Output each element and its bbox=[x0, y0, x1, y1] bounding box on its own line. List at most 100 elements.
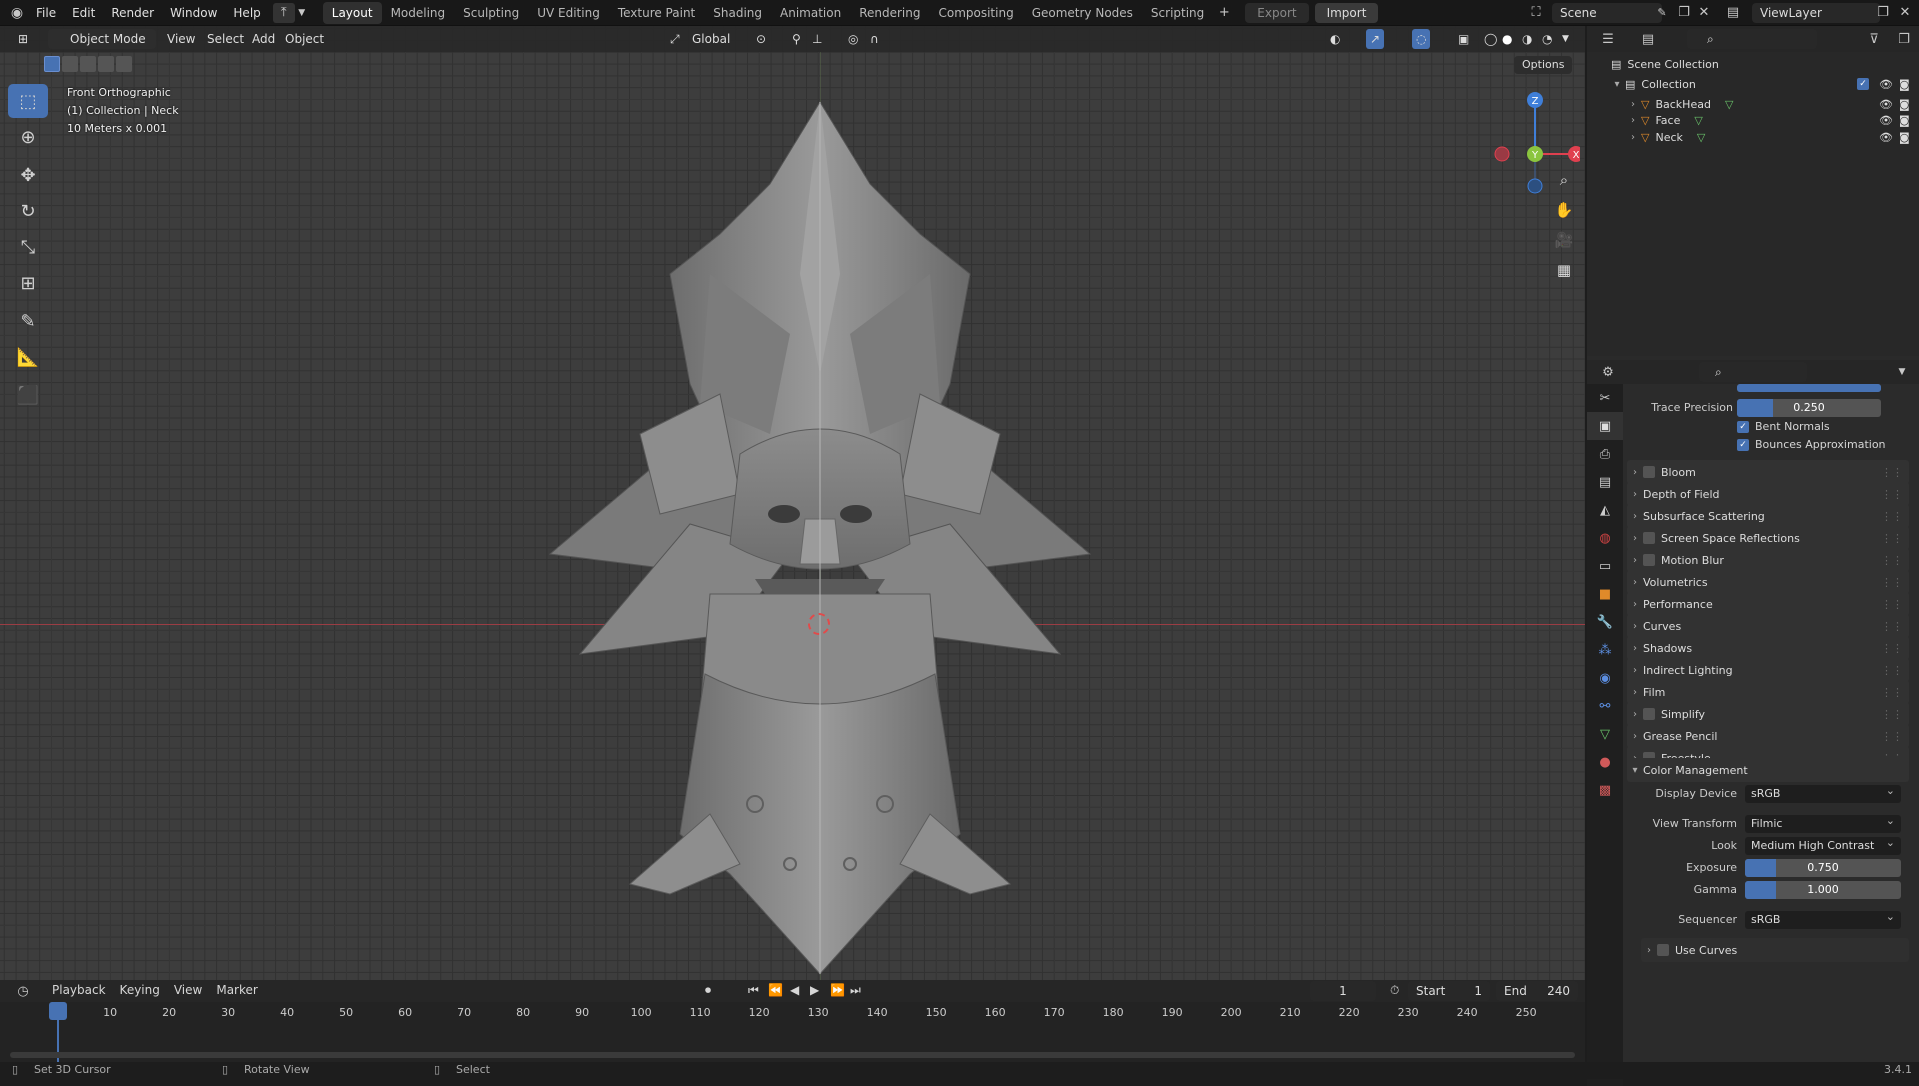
panel-enable-checkbox[interactable] bbox=[1643, 554, 1655, 566]
tab-layout[interactable]: Layout bbox=[322, 1, 382, 24]
drag-handle-icon[interactable]: ⋮⋮ bbox=[1881, 554, 1903, 567]
expand-icon[interactable]: › bbox=[1625, 132, 1641, 143]
properties-search-input[interactable]: ⌕ bbox=[1699, 362, 1807, 382]
collection-exclude-checkbox[interactable]: ✓ bbox=[1857, 78, 1869, 90]
select-new-icon[interactable] bbox=[44, 56, 60, 72]
annotate-tool-icon[interactable]: ✎ bbox=[8, 304, 48, 338]
panel-enable-checkbox[interactable] bbox=[1643, 466, 1655, 478]
view-transform-dropdown[interactable]: Filmic bbox=[1745, 812, 1901, 833]
color-management-panel[interactable]: ▾ Color Management bbox=[1627, 758, 1909, 782]
scene-collection-row[interactable]: ▤ Scene Collection bbox=[1587, 54, 1919, 74]
use-curves-panel[interactable]: › Use Curves bbox=[1641, 938, 1909, 962]
play-icon[interactable]: ▶ bbox=[810, 983, 819, 997]
select-invert-icon[interactable] bbox=[98, 56, 114, 72]
pivot-icon[interactable]: ⊙ bbox=[756, 29, 766, 49]
gizmo-toggle-icon[interactable]: ↗ bbox=[1366, 29, 1385, 49]
panel-enable-checkbox[interactable] bbox=[1643, 532, 1655, 544]
expand-icon[interactable]: › bbox=[1625, 115, 1641, 126]
jump-end-icon[interactable]: ⏭ bbox=[850, 983, 861, 998]
eye-icon[interactable]: 👁 bbox=[1879, 78, 1893, 91]
menu-help[interactable]: Help bbox=[225, 0, 268, 26]
workspace-switch-icon[interactable]: ⤒ bbox=[272, 2, 295, 23]
solid-shading-icon[interactable]: ● bbox=[1502, 29, 1512, 49]
menu-window[interactable]: Window bbox=[162, 0, 225, 26]
zoom-icon[interactable]: ⌕ bbox=[1552, 168, 1576, 192]
outliner-editor-type-icon[interactable]: ☰ bbox=[1597, 29, 1619, 49]
next-keyframe-icon[interactable]: ⏩ bbox=[830, 983, 845, 997]
timeline-menu-marker[interactable]: Marker bbox=[216, 983, 257, 997]
filter-icon[interactable]: ⊽ bbox=[1863, 29, 1885, 49]
panel-enable-checkbox[interactable] bbox=[1643, 708, 1655, 720]
pan-hand-icon[interactable]: ✋ bbox=[1552, 198, 1576, 222]
timeline-menu-playback[interactable]: Playback bbox=[52, 983, 106, 997]
menu-file[interactable]: File bbox=[28, 0, 64, 26]
drag-handle-icon[interactable]: ⋮⋮ bbox=[1881, 708, 1903, 721]
menu-render[interactable]: Render bbox=[103, 0, 162, 26]
tab-animation[interactable]: Animation bbox=[771, 2, 850, 24]
start-frame-field[interactable]: Start 1 bbox=[1408, 981, 1490, 1001]
panel-performance[interactable]: › Performance ⋮⋮ bbox=[1627, 592, 1909, 616]
overlay-toggle-icon[interactable]: ◌ bbox=[1412, 29, 1431, 49]
outliner-item-neck[interactable]: › ▽ Neck ▽ 👁 ◙ bbox=[1587, 127, 1919, 147]
eye-icon[interactable]: 👁 bbox=[1879, 98, 1893, 111]
editor-type-icon[interactable]: ⊞ bbox=[12, 29, 34, 49]
new-view-layer-icon[interactable]: ❐ bbox=[1872, 3, 1894, 23]
add-cube-tool-icon[interactable]: ⬛ bbox=[8, 378, 48, 412]
new-collection-icon[interactable]: ❐ bbox=[1893, 29, 1915, 49]
data-tab-icon[interactable]: ▽ bbox=[1587, 720, 1623, 748]
output-tab-icon[interactable]: ⎙ bbox=[1587, 440, 1623, 468]
gizmo-x-label[interactable]: X bbox=[1573, 150, 1580, 161]
sequencer-dropdown[interactable]: sRGB bbox=[1745, 908, 1901, 929]
camera-render-icon[interactable]: ◙ bbox=[1899, 78, 1910, 91]
timeline-editor-type-icon[interactable]: ◷ bbox=[12, 981, 34, 1001]
transform-tool-icon[interactable]: ⊞ bbox=[8, 266, 48, 300]
scene-icon[interactable]: ⛶ bbox=[1525, 3, 1547, 23]
tab-texture-paint[interactable]: Texture Paint bbox=[609, 2, 704, 24]
drag-handle-icon[interactable]: ⋮⋮ bbox=[1881, 642, 1903, 655]
bent-normals-checkbox[interactable]: ✓ bbox=[1737, 420, 1749, 433]
cursor-tool-icon[interactable]: ⊕ bbox=[8, 120, 48, 154]
gamma-slider[interactable]: 1.000 bbox=[1745, 881, 1901, 899]
material-shading-icon[interactable]: ◑ bbox=[1522, 29, 1532, 49]
render-tab-icon[interactable]: ▣ bbox=[1587, 412, 1623, 440]
prev-keyframe-icon[interactable]: ⏪ bbox=[768, 983, 783, 997]
panel-subsurface-scattering[interactable]: › Subsurface Scattering ⋮⋮ bbox=[1627, 504, 1909, 528]
bounces-approximation-row[interactable]: ✓ Bounces Approximation bbox=[1737, 438, 1886, 451]
tab-rendering[interactable]: Rendering bbox=[850, 2, 929, 24]
select-subtract-icon[interactable] bbox=[80, 56, 96, 72]
blender-logo-icon[interactable]: ◉ bbox=[6, 3, 28, 23]
panel-indirect-lighting[interactable]: › Indirect Lighting ⋮⋮ bbox=[1627, 658, 1909, 682]
panel-depth-of-field[interactable]: › Depth of Field ⋮⋮ bbox=[1627, 482, 1909, 506]
object-menu[interactable]: Object bbox=[285, 29, 324, 49]
particles-tab-icon[interactable]: ⁂ bbox=[1587, 636, 1623, 664]
tab-sculpting[interactable]: Sculpting bbox=[454, 2, 528, 24]
current-frame-field[interactable]: 1 bbox=[1310, 981, 1376, 1001]
tool-tab-icon[interactable]: ✂ bbox=[1587, 384, 1623, 412]
gizmo-z-label[interactable]: Z bbox=[1532, 96, 1539, 107]
outliner-search-input[interactable]: ⌕ bbox=[1687, 29, 1817, 49]
modifier-tab-icon[interactable]: 🔧 bbox=[1587, 608, 1623, 636]
panel-curves[interactable]: › Curves ⋮⋮ bbox=[1627, 614, 1909, 638]
preview-range-icon[interactable]: ⏱ bbox=[1390, 983, 1399, 998]
properties-editor-type-icon[interactable]: ⚙ bbox=[1597, 362, 1619, 382]
panel-film[interactable]: › Film ⋮⋮ bbox=[1627, 680, 1909, 704]
timeline-scrollbar[interactable] bbox=[10, 1052, 1575, 1058]
drag-handle-icon[interactable]: ⋮⋮ bbox=[1881, 510, 1903, 523]
scale-tool-icon[interactable]: ⤡ bbox=[8, 230, 48, 264]
panel-simplify[interactable]: › Simplify ⋮⋮ bbox=[1627, 702, 1909, 726]
panel-motion-blur[interactable]: › Motion Blur ⋮⋮ bbox=[1627, 548, 1909, 572]
playhead[interactable] bbox=[49, 1002, 67, 1020]
rendered-shading-icon[interactable]: ◔ bbox=[1542, 29, 1552, 49]
timeline-ruler[interactable]: 1102030405060708090100110120130140150160… bbox=[0, 1002, 1585, 1062]
partial-slider[interactable] bbox=[1737, 384, 1881, 392]
select-intersect-icon[interactable] bbox=[116, 56, 132, 72]
tab-modeling[interactable]: Modeling bbox=[382, 2, 455, 24]
eye-icon[interactable]: 👁 bbox=[1879, 131, 1893, 144]
drag-handle-icon[interactable]: ⋮⋮ bbox=[1881, 598, 1903, 611]
tab-compositing[interactable]: Compositing bbox=[929, 2, 1022, 24]
select-box-tool-icon[interactable]: ⬚ bbox=[8, 84, 48, 118]
look-dropdown[interactable]: Medium High Contrast bbox=[1745, 834, 1901, 855]
constraints-tab-icon[interactable]: ⚯ bbox=[1587, 692, 1623, 720]
panel-screen-space-reflections[interactable]: › Screen Space Reflections ⋮⋮ bbox=[1627, 526, 1909, 550]
mode-dropdown[interactable]: Object Mode bbox=[48, 29, 156, 49]
